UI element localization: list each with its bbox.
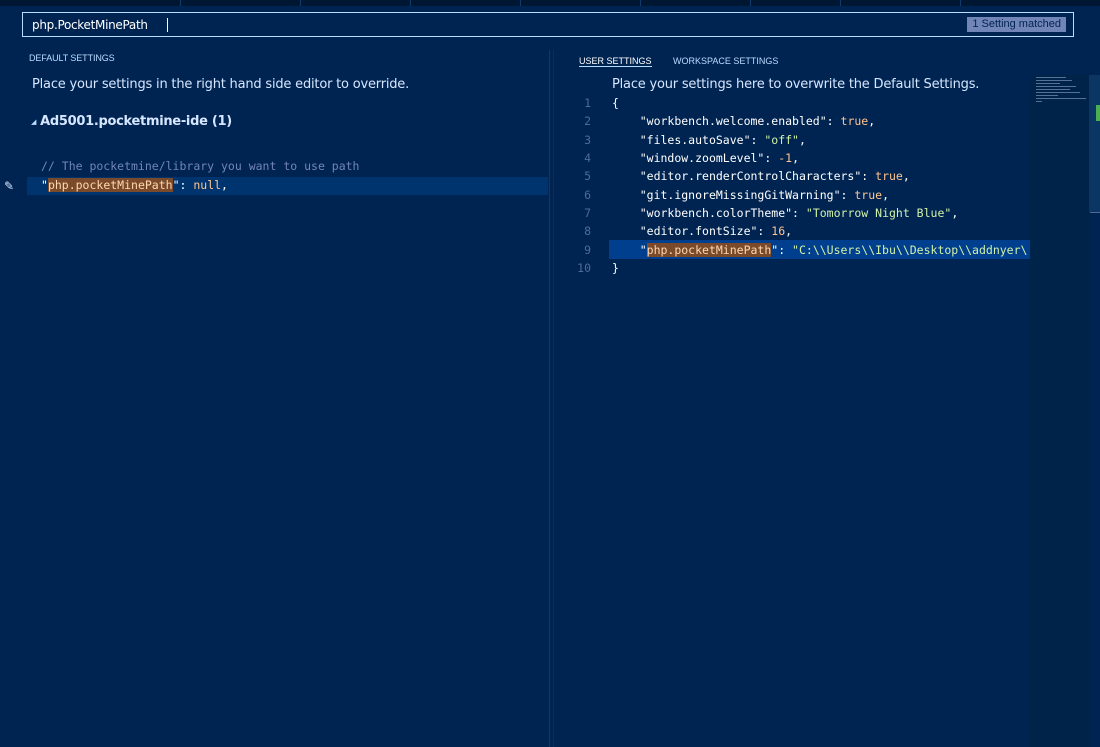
line-number: 9 xyxy=(584,243,591,257)
line-number: 4 xyxy=(584,151,591,165)
line-number: 6 xyxy=(584,188,591,202)
default-setting-line[interactable]: "php.pocketMinePath": null, xyxy=(41,178,228,192)
settings-search-box[interactable]: 1 Setting matched xyxy=(22,12,1074,37)
code-line[interactable]: "window.zoomLevel": -1, xyxy=(612,151,799,165)
code-line[interactable]: "git.ignoreMissingGitWarning": true, xyxy=(612,188,889,202)
title-bar-strip xyxy=(0,0,1100,6)
setting-default-value: null xyxy=(193,178,222,192)
line-number: 5 xyxy=(584,169,591,183)
line-number: 8 xyxy=(584,224,591,238)
line-number: 1 xyxy=(584,96,591,110)
setting-description-comment: // The pocketmine/library you want to us… xyxy=(41,159,360,173)
code-line-open-brace[interactable]: { xyxy=(612,96,619,110)
code-line-close-brace[interactable]: } xyxy=(612,261,619,275)
line-number: 10 xyxy=(577,261,591,275)
line-number: 2 xyxy=(584,114,591,128)
line-number: 7 xyxy=(584,206,591,220)
edit-pencil-icon[interactable]: ✎ xyxy=(4,179,14,193)
tab-user-settings[interactable]: USER SETTINGS xyxy=(579,56,652,67)
settings-search-input[interactable] xyxy=(23,13,932,36)
setting-key-match: php.pocketMinePath xyxy=(47,178,173,192)
settings-group-header[interactable]: ◢ Ad5001.pocketmine-ide (1) xyxy=(31,114,232,129)
code-line[interactable]: "editor.renderControlCharacters": true, xyxy=(612,169,910,183)
code-line-current[interactable]: "php.pocketMinePath": "C:\\Users\\Ibu\\D… xyxy=(612,243,1030,257)
match-count-badge: 1 Setting matched xyxy=(967,17,1066,32)
line-number: 3 xyxy=(584,133,591,147)
default-settings-hint: Place your settings in the right hand si… xyxy=(32,77,410,92)
pane-divider[interactable] xyxy=(549,50,550,747)
matched-key-highlight: php.pocketMinePath xyxy=(646,243,772,257)
overview-ruler-line xyxy=(1090,212,1100,213)
code-line[interactable]: "workbench.colorTheme": "Tomorrow Night … xyxy=(612,206,959,220)
code-line[interactable]: "workbench.welcome.enabled": true, xyxy=(612,114,875,128)
tab-workspace-settings[interactable]: WORKSPACE SETTINGS xyxy=(673,56,778,66)
collapse-triangle-icon[interactable]: ◢ xyxy=(31,118,36,126)
text-caret xyxy=(167,18,168,32)
code-line[interactable]: "editor.fontSize": 16, xyxy=(612,224,792,238)
user-settings-hint: Place your settings here to overwrite th… xyxy=(612,77,980,92)
code-line[interactable]: "files.autoSave": "off", xyxy=(612,133,806,147)
scrollbar-change-marker xyxy=(1096,105,1100,121)
default-settings-title: DEFAULT SETTINGS xyxy=(29,53,115,63)
minimap[interactable] xyxy=(1030,75,1090,747)
pane-divider-shadow xyxy=(553,50,554,747)
group-label: Ad5001.pocketmine-ide (1) xyxy=(40,114,232,129)
vertical-scrollbar[interactable] xyxy=(1089,75,1100,212)
